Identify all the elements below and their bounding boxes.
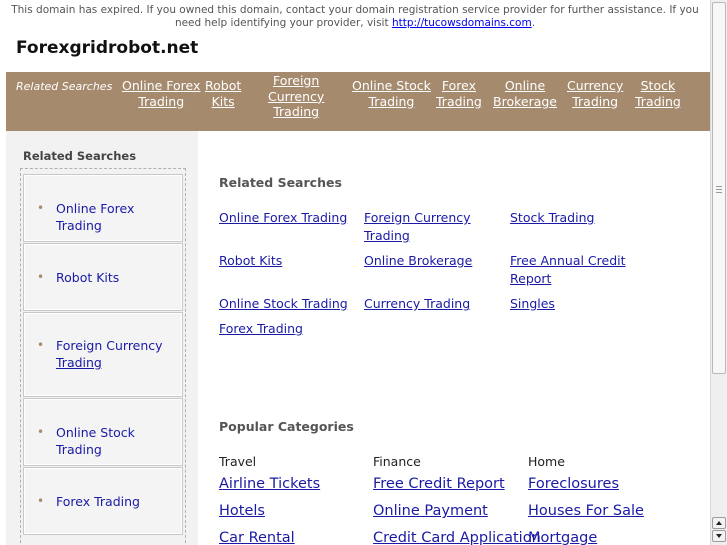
related-link-free-annual-credit-report[interactable]: Free Annual Credit Report	[510, 252, 626, 287]
sidebar-item-label-line: Trading	[56, 355, 102, 370]
related-link-online-forex-trading[interactable]: Online Forex Trading	[219, 209, 347, 227]
grip-line	[716, 192, 722, 193]
related-link-line: Foreign Currency	[364, 210, 471, 225]
related-link-robot-kits[interactable]: Robot Kits	[219, 252, 282, 270]
category-link-credit-card-application[interactable]: Credit Card Application	[373, 530, 541, 545]
nav-link-robot-kits[interactable]: Robot Kits	[205, 78, 241, 109]
related-searches-title: Related Searches	[219, 175, 342, 190]
sidebar: Related Searches • Online Forex Trading …	[6, 131, 198, 545]
sidebar-item-label[interactable]: Online Forex Trading	[56, 200, 181, 234]
category-link-foreclosures[interactable]: Foreclosures	[528, 476, 619, 492]
nav-link-line: Stock	[640, 78, 676, 93]
nav-link-line: Foreign	[273, 73, 320, 88]
related-link-line: Free Annual Credit	[510, 253, 626, 268]
category-link-houses-for-sale[interactable]: Houses For Sale	[528, 503, 644, 519]
nav-link-line: Trading	[273, 104, 320, 119]
sidebar-item-label[interactable]: Foreign Currency Trading	[56, 337, 181, 371]
nav-label: Related Searches	[16, 80, 113, 93]
grip-line	[716, 186, 722, 187]
nav-link-line: Currency	[268, 88, 325, 104]
sidebar-item-label[interactable]: Robot Kits	[56, 269, 181, 286]
arrow-down-icon	[716, 534, 722, 538]
related-link-forex-trading[interactable]: Forex Trading	[219, 320, 303, 338]
related-link-line: Online Brokerage	[364, 253, 473, 268]
sidebar-item-online-forex-trading[interactable]: • Online Forex Trading	[23, 174, 183, 242]
nav-link-online-stock-trading[interactable]: Online Stock Trading	[352, 78, 431, 109]
sidebar-item-label[interactable]: Online Stock Trading	[56, 424, 181, 458]
related-link-line: Report	[510, 270, 552, 286]
nav-link-line: Trading	[138, 93, 185, 109]
nav-link-line: Trading	[436, 93, 482, 109]
sidebar-item-forex-trading[interactable]: • Forex Trading	[23, 467, 183, 535]
bullet-icon: •	[37, 494, 45, 508]
expired-notice-text: This domain has expired. If you owned th…	[11, 4, 699, 29]
category-heading-finance: Finance	[373, 454, 421, 469]
sidebar-item-label[interactable]: Forex Trading	[56, 493, 181, 510]
nav-link-line: Forex	[441, 78, 476, 93]
scrollbar-thumb[interactable]	[712, 2, 726, 374]
related-link-line: Trading	[364, 227, 410, 243]
nav-link-line: Trading	[635, 93, 681, 109]
related-link-currency-trading[interactable]: Currency Trading	[364, 295, 470, 313]
arrow-up-icon	[716, 521, 722, 525]
sidebar-item-robot-kits[interactable]: • Robot Kits	[23, 243, 183, 311]
category-link-airline-tickets[interactable]: Airline Tickets	[219, 476, 320, 492]
related-link-line: Singles	[510, 296, 555, 311]
sidebar-item-foreign-currency-trading[interactable]: • Foreign Currency Trading	[23, 312, 183, 397]
nav-link-line: Currency	[567, 78, 624, 93]
bullet-icon: •	[37, 270, 45, 284]
expired-notice: This domain has expired. If you owned th…	[8, 4, 702, 30]
popular-categories-title: Popular Categories	[219, 419, 354, 434]
sidebar-title: Related Searches	[23, 149, 137, 163]
nav-link-online-brokerage[interactable]: Online Brokerage	[493, 78, 557, 109]
bullet-icon: •	[37, 201, 45, 215]
nav-link-line: Trading	[368, 93, 415, 109]
nav-link-line: Brokerage	[493, 93, 557, 109]
related-link-line: Stock Trading	[510, 210, 595, 225]
related-link-stock-trading[interactable]: Stock Trading	[510, 209, 594, 227]
related-link-line: Currency Trading	[364, 296, 471, 311]
related-link-singles[interactable]: Singles	[510, 295, 555, 313]
vertical-scrollbar[interactable]	[710, 0, 727, 545]
top-nav-bar: Related Searches Online Forex Trading Ro…	[6, 72, 710, 131]
related-link-line: Online Forex Trading	[219, 210, 348, 225]
category-link-online-payment[interactable]: Online Payment	[373, 503, 488, 519]
category-heading-travel: Travel	[219, 454, 257, 469]
bullet-icon: •	[37, 338, 45, 352]
related-link-line: Online Stock Trading	[219, 296, 348, 311]
nav-link-line: Trading	[572, 93, 619, 109]
related-link-online-stock-trading[interactable]: Online Stock Trading	[219, 295, 348, 313]
nav-link-line: Kits	[211, 93, 235, 109]
nav-link-forex-trading[interactable]: Forex Trading	[436, 78, 482, 109]
scroll-down-button[interactable]	[712, 530, 726, 542]
related-link-online-brokerage[interactable]: Online Brokerage	[364, 252, 472, 270]
category-link-mortgage[interactable]: Mortgage	[528, 530, 597, 545]
nav-link-line: Online Forex	[122, 78, 201, 93]
tucows-link[interactable]: http://tucowsdomains.com	[392, 17, 532, 29]
notice-period: .	[531, 17, 536, 29]
related-link-foreign-currency-trading[interactable]: Foreign Currency Trading	[364, 209, 471, 244]
category-heading-home: Home	[528, 454, 565, 469]
bullet-icon: •	[37, 425, 45, 439]
scroll-up-button[interactable]	[712, 517, 726, 529]
nav-link-line: Online Stock	[352, 78, 431, 93]
nav-link-line: Robot	[205, 78, 242, 93]
sidebar-item-online-stock-trading[interactable]: • Online Stock Trading	[23, 398, 183, 466]
related-link-line: Robot Kits	[219, 253, 283, 268]
grip-line	[716, 189, 722, 190]
category-link-hotels[interactable]: Hotels	[219, 503, 265, 519]
sidebar-item-label-line: Foreign Currency	[56, 338, 163, 353]
site-title: Forexgridrobot.net	[16, 38, 199, 58]
category-link-free-credit-report[interactable]: Free Credit Report	[373, 476, 505, 492]
nav-link-stock-trading[interactable]: Stock Trading	[635, 78, 681, 109]
nav-link-online-forex-trading[interactable]: Online Forex Trading	[122, 78, 200, 109]
related-link-line: Forex Trading	[219, 321, 303, 336]
page-viewport: This domain has expired. If you owned th…	[0, 0, 710, 545]
nav-link-foreign-currency-trading[interactable]: Foreign Currency Trading	[268, 73, 324, 120]
nav-link-currency-trading[interactable]: Currency Trading	[567, 78, 623, 109]
category-link-car-rental[interactable]: Car Rental	[219, 530, 295, 545]
nav-link-line: Online	[504, 78, 546, 93]
